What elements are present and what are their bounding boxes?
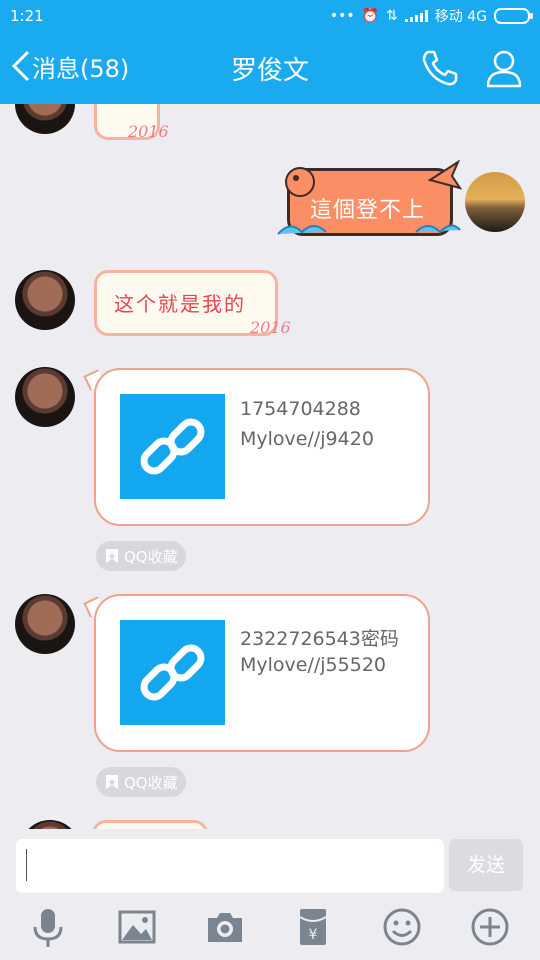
status-bar: 1:21 ••• ⏰ ⇅ 移动 4G (0, 0, 540, 32)
card-line-2: Mylove//j55520 (240, 654, 386, 676)
link-icon (140, 418, 205, 475)
avatar[interactable] (15, 270, 75, 330)
more-dots: ••• (329, 8, 355, 24)
signal-icon (404, 10, 428, 22)
input-bar: 发送 ¥ (0, 829, 540, 960)
my-avatar[interactable] (465, 172, 525, 232)
red-packet-icon[interactable]: ¥ (291, 905, 335, 949)
carrier-label: 移动 4G (434, 9, 487, 25)
avatar[interactable] (15, 104, 75, 134)
vibrate-icon: ⇅ (386, 8, 398, 24)
image-icon[interactable] (115, 905, 159, 949)
plus-icon[interactable] (468, 905, 512, 949)
avatar[interactable] (15, 594, 75, 654)
send-button[interactable]: 发送 (449, 839, 523, 891)
sticker-stamp: 2016 (250, 318, 291, 337)
battery-icon (494, 8, 533, 24)
microphone-icon[interactable] (26, 905, 70, 949)
favorite-label: QQ收藏 (124, 547, 178, 566)
alarm-icon: ⏰ (361, 8, 380, 24)
bookmark-star-icon (106, 775, 118, 789)
contact-icon[interactable] (482, 46, 526, 90)
card-line-1: 1754704288 (240, 398, 361, 420)
link-card[interactable]: 1754704288 Mylove//j9420 (94, 368, 430, 526)
qq-favorite-badge[interactable]: QQ收藏 (96, 767, 186, 797)
camera-icon[interactable] (203, 905, 247, 949)
link-card[interactable]: 2322726543密码 Mylove//j55520 (94, 594, 430, 752)
sticker-stamp: 2016 (128, 122, 169, 141)
link-thumbnail (120, 620, 225, 725)
message-input[interactable] (16, 839, 444, 893)
sticker-bubble[interactable] (92, 820, 208, 829)
svg-text:¥: ¥ (309, 927, 318, 943)
phone-icon[interactable] (418, 46, 462, 90)
card-line-2: Mylove//j9420 (240, 428, 374, 450)
text-cursor (26, 849, 27, 881)
sticker-text: 这个就是我的 (114, 292, 246, 316)
qq-favorite-badge[interactable]: QQ收藏 (96, 541, 186, 571)
bookmark-star-icon (106, 549, 118, 563)
favorite-label: QQ收藏 (124, 773, 178, 792)
status-time: 1:21 (10, 7, 44, 25)
chat-header: 消息(58) 罗俊文 (0, 32, 540, 104)
emoji-icon[interactable] (380, 905, 424, 949)
card-line-1: 2322726543密码 (240, 628, 399, 650)
avatar[interactable] (15, 367, 75, 427)
fish-tail-icon (428, 160, 462, 190)
chat-area[interactable]: 2016 這個登不上 这个就是我的 2016 1754704288 Mylove… (0, 104, 540, 829)
status-icons: ••• ⏰ ⇅ 移动 4G (329, 6, 533, 26)
sticker-text: 這個登不上 (310, 198, 426, 223)
link-thumbnail (120, 394, 225, 499)
avatar[interactable] (20, 820, 80, 829)
link-icon (140, 644, 205, 701)
